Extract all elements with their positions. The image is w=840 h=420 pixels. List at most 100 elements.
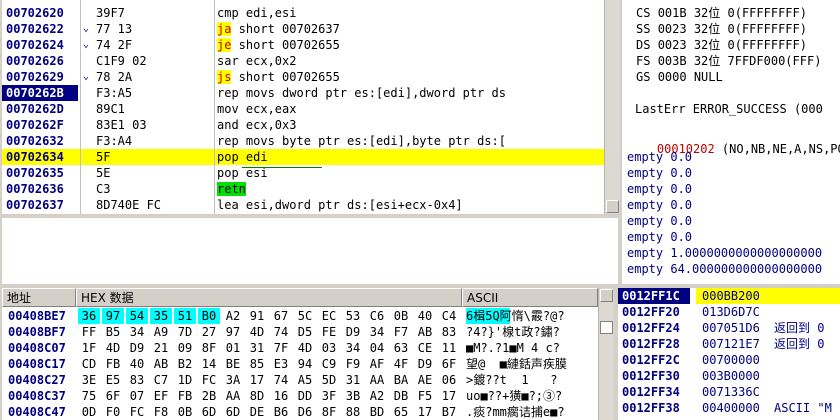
dump-byte[interactable]: 67 bbox=[270, 308, 292, 324]
dump-byte[interactable]: 6D bbox=[198, 404, 220, 420]
dump-byte[interactable]: 06 bbox=[438, 372, 460, 388]
dump-byte[interactable]: 97 bbox=[222, 324, 244, 340]
dump-byte[interactable]: DB bbox=[390, 388, 412, 404]
dump-byte[interactable]: FB bbox=[102, 356, 124, 372]
dump-byte[interactable]: 34 bbox=[366, 324, 388, 340]
dump-byte[interactable]: 34 bbox=[126, 324, 148, 340]
dump-row[interactable]: 00408BE7 36 97 54 35 51 B0 A2 91 67 5C EC 53 C6 0B 40 C4… bbox=[2, 308, 598, 324]
dump-byte[interactable]: FC bbox=[198, 372, 220, 388]
disasm-row[interactable]: 0070262F 83E1 03 and ecx,0x3 bbox=[2, 117, 614, 133]
dump-byte[interactable]: FF bbox=[78, 324, 100, 340]
disassembly-pane[interactable]: 00702620 39F7 cmp edi,esi 00702622 ⌄ 77 13 ja … bbox=[2, 0, 614, 214]
fpu-register-row[interactable]: empty 0.0 bbox=[627, 165, 692, 181]
dump-address[interactable]: 00408C47 bbox=[8, 404, 66, 420]
stack-row[interactable]: 0012FF34 0071336C bbox=[618, 384, 840, 400]
dump-byte[interactable]: B7 bbox=[438, 404, 460, 420]
dump-byte[interactable]: 3E bbox=[78, 372, 100, 388]
dump-byte[interactable]: 31 bbox=[246, 340, 268, 356]
stack-address[interactable]: 0012FF20 bbox=[618, 304, 680, 320]
dump-byte[interactable]: CD bbox=[78, 356, 100, 372]
dump-byte[interactable]: C4 bbox=[438, 308, 460, 324]
stack-address[interactable]: 0012FF30 bbox=[618, 368, 680, 384]
dump-address[interactable]: 00408C17 bbox=[8, 356, 66, 372]
dump-byte[interactable]: BD bbox=[366, 404, 388, 420]
dump-byte[interactable]: E5 bbox=[102, 372, 124, 388]
dump-byte[interactable]: 36 bbox=[78, 308, 100, 324]
dump-byte[interactable]: 4D bbox=[102, 340, 124, 356]
dump-byte[interactable]: D9 bbox=[342, 324, 364, 340]
disasm-row[interactable]: 00702637 8D740E FC lea esi,dword ptr ds:[e… bbox=[2, 197, 614, 213]
dump-byte[interactable]: 7D bbox=[174, 324, 196, 340]
segment-register-row[interactable]: DS 0023 32位 0(FFFFFFFF) bbox=[636, 37, 807, 53]
dump-byte[interactable]: 0D bbox=[78, 404, 100, 420]
dump-byte[interactable]: 75 bbox=[78, 388, 100, 404]
scroll-down-button[interactable] bbox=[606, 200, 619, 213]
stack-address[interactable]: 0012FF28 bbox=[618, 336, 680, 352]
dump-byte[interactable]: 6F bbox=[102, 388, 124, 404]
dump-col-hex[interactable]: HEX 数据 bbox=[76, 288, 462, 307]
disasm-address[interactable]: 00702624 bbox=[2, 37, 64, 53]
dump-byte[interactable]: A9 bbox=[150, 324, 172, 340]
segment-register-row[interactable]: GS 0000 NULL bbox=[636, 69, 723, 85]
disasm-address[interactable]: 00702632 bbox=[2, 133, 64, 149]
disasm-address[interactable]: 0070262B bbox=[2, 85, 78, 101]
disasm-address[interactable]: 00702620 bbox=[2, 5, 64, 21]
dump-byte[interactable]: 94 bbox=[294, 356, 316, 372]
dump-byte[interactable]: 53 bbox=[342, 308, 364, 324]
segment-register-row[interactable]: SS 0023 32位 0(FFFFFFFF) bbox=[636, 21, 807, 37]
dump-byte[interactable]: 1D bbox=[174, 372, 196, 388]
dump-byte[interactable]: 74 bbox=[270, 324, 292, 340]
disasm-address[interactable]: 00702634 bbox=[2, 149, 64, 165]
dump-byte[interactable]: 3A bbox=[222, 372, 244, 388]
dump-byte[interactable]: 65 bbox=[390, 404, 412, 420]
segment-register-row[interactable]: CS 001B 32位 0(FFFFFFFF) bbox=[636, 5, 807, 21]
dump-byte[interactable]: AA bbox=[366, 372, 388, 388]
dump-pane[interactable]: 地址 HEX 数据 ASCII 00408BE7 36 97 54 35 51 B0 A2 91… bbox=[2, 288, 598, 420]
stack-value[interactable]: 0071336C bbox=[702, 384, 760, 400]
dump-byte[interactable]: 34 bbox=[342, 340, 364, 356]
dump-byte[interactable]: 8D bbox=[246, 388, 268, 404]
fpu-register-row[interactable]: empty 0.0 bbox=[627, 229, 692, 245]
scroll-up-button[interactable] bbox=[600, 289, 613, 302]
disasm-row[interactable]: 0070262D 89C1 mov ecx,eax bbox=[2, 101, 614, 117]
disasm-instruction[interactable]: retn bbox=[217, 181, 246, 197]
dump-byte[interactable]: 01 bbox=[222, 340, 244, 356]
dump-byte[interactable]: 40 bbox=[414, 308, 436, 324]
dump-byte[interactable]: 83 bbox=[438, 324, 460, 340]
scroll-thumb[interactable] bbox=[600, 321, 613, 334]
dump-byte[interactable]: 8F bbox=[318, 404, 340, 420]
dump-byte[interactable]: 0B bbox=[174, 404, 196, 420]
dump-address[interactable]: 00408BE7 bbox=[8, 308, 66, 324]
dump-byte[interactable]: 91 bbox=[246, 308, 268, 324]
stack-pane[interactable]: 0012FF1C 000BB200 0012FF20 013D6D7C 0012FF24… bbox=[618, 288, 840, 420]
dump-byte[interactable]: A5 bbox=[294, 372, 316, 388]
dump-col-ascii[interactable]: ASCII bbox=[462, 288, 598, 307]
disasm-row[interactable]: 0070262B F3:A5 rep movs dword ptr es:[edi]… bbox=[2, 85, 614, 101]
dump-byte[interactable]: 09 bbox=[174, 340, 196, 356]
disasm-instruction[interactable]: and ecx,0x3 bbox=[217, 117, 296, 133]
fpu-register-row[interactable]: empty 0.0 bbox=[627, 197, 692, 213]
dump-byte[interactable]: F5 bbox=[414, 388, 436, 404]
disasm-instruction[interactable]: pop edi bbox=[217, 149, 268, 165]
dump-byte[interactable]: AB bbox=[414, 324, 436, 340]
dump-byte[interactable]: 63 bbox=[390, 340, 412, 356]
stack-row[interactable]: 0012FF28 007121E7 返回到 0 bbox=[618, 336, 840, 352]
disasm-row[interactable]: 00702624 ⌄ 74 2F je short 00702655 bbox=[2, 37, 614, 53]
dump-byte[interactable]: 27 bbox=[198, 324, 220, 340]
stack-address[interactable]: 0012FF24 bbox=[618, 320, 680, 336]
dump-byte[interactable]: BA bbox=[390, 372, 412, 388]
disasm-instruction[interactable]: cmp edi,esi bbox=[217, 5, 296, 21]
stack-value[interactable]: 007051D6 bbox=[702, 320, 760, 336]
disasm-row[interactable]: 00702634 5F pop edi bbox=[2, 149, 614, 165]
dump-byte[interactable]: 5C bbox=[294, 308, 316, 324]
stack-address[interactable]: 0012FF38 bbox=[618, 400, 680, 416]
dump-byte[interactable]: 4D bbox=[246, 324, 268, 340]
dump-byte[interactable]: 16 bbox=[270, 388, 292, 404]
dump-row[interactable]: 00408C27 3E E5 83 C7 1D FC 3A 17 74 A5 5D 31 AA BA AE 06… bbox=[2, 372, 598, 388]
dump-byte[interactable]: 85 bbox=[246, 356, 268, 372]
disasm-instruction[interactable]: je short 00702655 bbox=[217, 37, 340, 53]
fpu-register-row[interactable]: empty 0.0 bbox=[627, 213, 692, 229]
stack-value[interactable]: 00700000 bbox=[702, 352, 760, 368]
stack-row[interactable]: 0012FF30 003B0000 bbox=[618, 368, 840, 384]
dump-byte[interactable]: E3 bbox=[270, 356, 292, 372]
